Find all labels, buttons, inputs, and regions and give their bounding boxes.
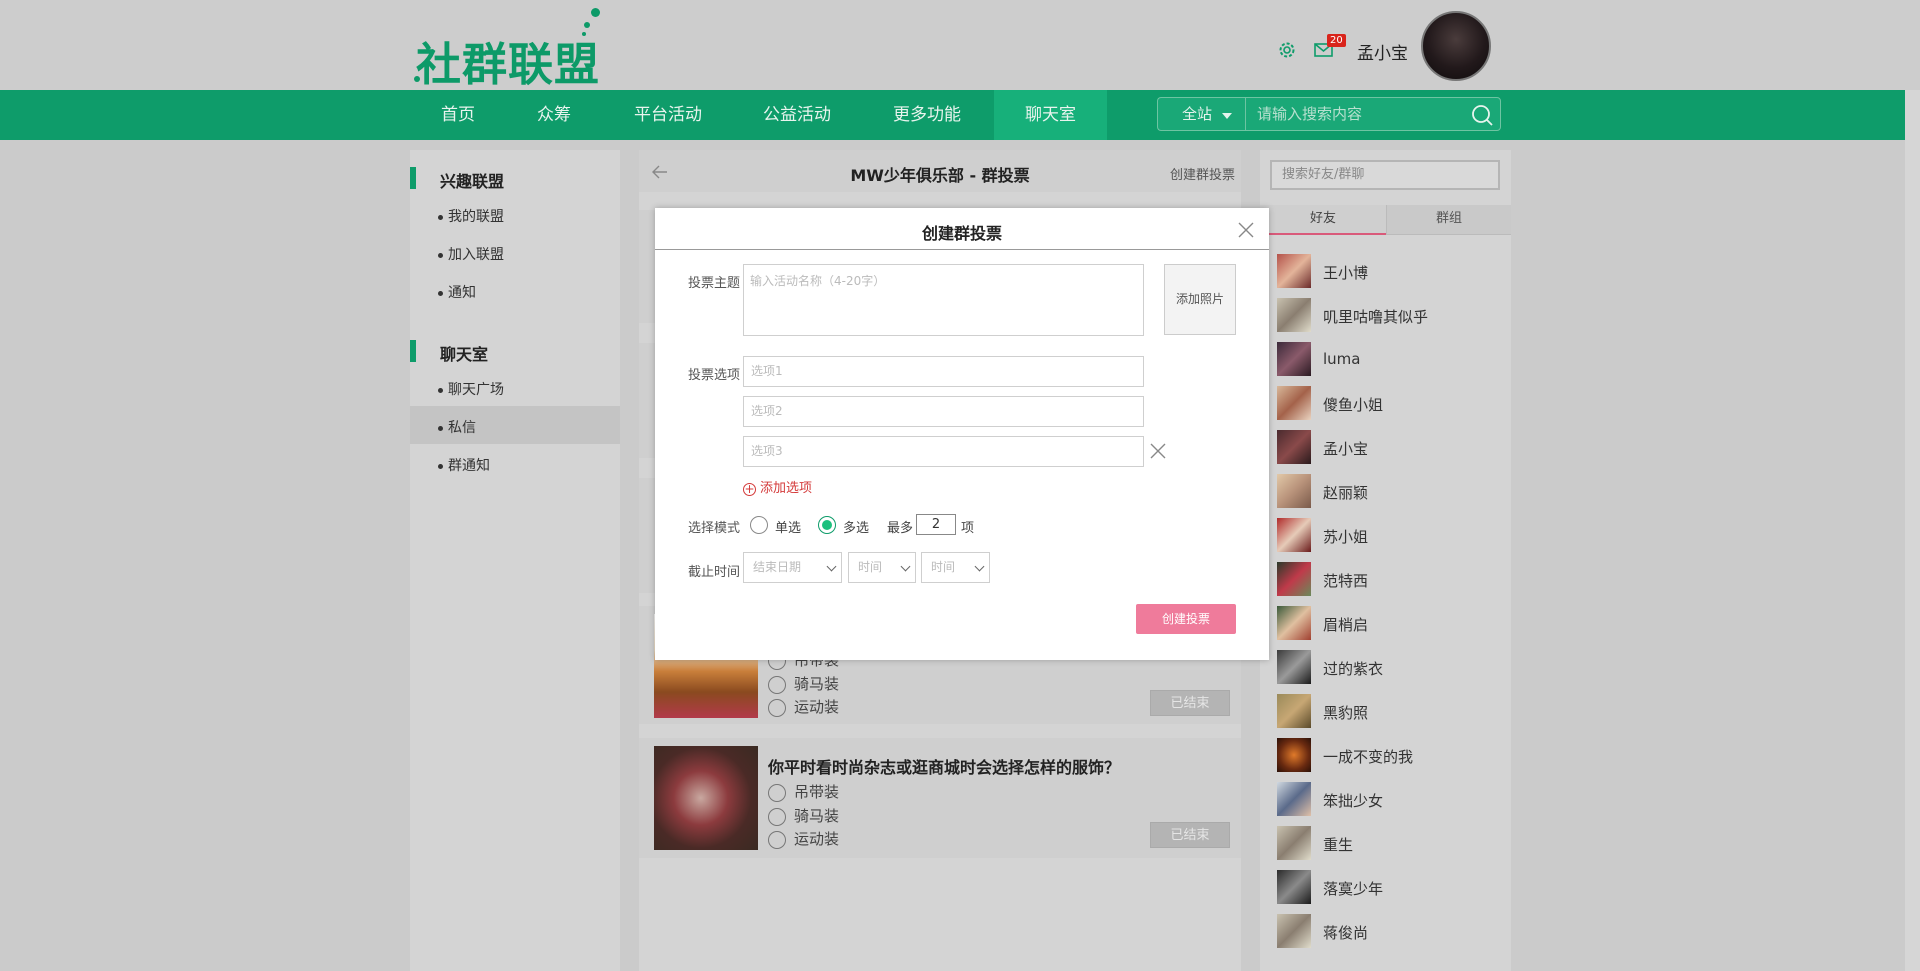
- time-select-2[interactable]: 时间: [921, 552, 990, 583]
- option-3-input[interactable]: 选项3: [743, 436, 1144, 467]
- single-choice-radio[interactable]: [750, 516, 768, 534]
- user-avatar[interactable]: [1421, 11, 1491, 81]
- chevron-down-icon: [826, 561, 837, 572]
- sidebar-item-notice[interactable]: 通知: [438, 282, 476, 302]
- chevron-down-icon: [974, 561, 985, 572]
- site-logo[interactable]: 社群联盟: [412, 6, 602, 91]
- sidebar-section-title: 兴趣联盟: [440, 172, 505, 191]
- poll-image: [654, 746, 758, 850]
- poll-ended-button: 已结束: [1150, 690, 1230, 716]
- chevron-down-icon: [1222, 113, 1232, 119]
- poll-question: 你平时看时尚杂志或逛商城时会选择怎样的服饰？: [768, 758, 1121, 777]
- sidebar-item-join-league[interactable]: 加入联盟: [438, 244, 504, 264]
- chevron-down-icon: [900, 561, 911, 572]
- sidebar-item-group-notices[interactable]: 群通知: [438, 455, 490, 475]
- end-date-select[interactable]: 结束日期: [743, 552, 842, 583]
- tab-friends[interactable]: 好友: [1260, 205, 1386, 235]
- avatar: [1277, 870, 1311, 904]
- plus-circle-icon: +: [743, 482, 756, 496]
- sidebar-item-my-leagues[interactable]: 我的联盟: [438, 206, 504, 226]
- logo-dot: [414, 76, 420, 82]
- create-poll-link[interactable]: 创建群投票: [1170, 164, 1235, 183]
- avatar: [1277, 254, 1311, 288]
- nav-home[interactable]: 首页: [427, 90, 489, 140]
- divider: [655, 249, 1269, 250]
- left-sidebar: [410, 150, 620, 971]
- avatar: [1277, 694, 1311, 728]
- topic-textarea[interactable]: 输入活动名称（4-20字）: [743, 264, 1144, 336]
- nav-platform-activities[interactable]: 平台活动: [626, 90, 710, 140]
- avatar: [1277, 606, 1311, 640]
- remove-option-icon[interactable]: [1150, 443, 1166, 459]
- avatar: [1277, 562, 1311, 596]
- search-icon[interactable]: [1470, 103, 1494, 127]
- poll-ended-button: 已结束: [1150, 822, 1230, 848]
- poll-option[interactable]: 运动装: [768, 828, 839, 849]
- username[interactable]: 孟小宝: [1357, 39, 1408, 64]
- deadline-label: 截止时间: [688, 565, 741, 580]
- add-option-button[interactable]: + 添加选项: [743, 477, 812, 496]
- mode-label: 选择模式: [688, 521, 741, 536]
- sidebar-item-chat-square[interactable]: 聊天广场: [438, 379, 504, 399]
- search-input[interactable]: 请输入搜索内容: [1245, 97, 1501, 131]
- avatar: [1277, 650, 1311, 684]
- logo-text: 社群联盟: [416, 38, 601, 91]
- avatar: [1277, 298, 1311, 332]
- options-label: 投票选项: [688, 368, 741, 383]
- page-title: MW少年俱乐部 - 群投票: [850, 166, 1030, 185]
- friend-search-input[interactable]: 搜索好友/群聊: [1270, 160, 1500, 190]
- tab-groups[interactable]: 群组: [1386, 205, 1511, 235]
- max-choices-input[interactable]: 2: [916, 514, 956, 535]
- poll-option[interactable]: 骑马装: [768, 673, 839, 694]
- nav-more-features[interactable]: 更多功能: [885, 90, 969, 140]
- option-1-input[interactable]: 选项1: [743, 356, 1144, 387]
- option-2-input[interactable]: 选项2: [743, 396, 1144, 427]
- create-poll-button[interactable]: 创建投票: [1136, 604, 1236, 634]
- avatar: [1277, 474, 1311, 508]
- avatar: [1277, 386, 1311, 420]
- max-suffix: 项: [961, 521, 975, 536]
- avatar: [1277, 914, 1311, 948]
- page-scrollbar[interactable]: [1905, 90, 1920, 971]
- avatar: [1277, 782, 1311, 816]
- poll-option[interactable]: 运动装: [768, 696, 839, 717]
- logo-dot: [582, 32, 586, 36]
- time-select-1[interactable]: 时间: [848, 552, 916, 583]
- logo-dot: [584, 22, 590, 28]
- multi-choice-radio[interactable]: [818, 516, 836, 534]
- gear-icon[interactable]: [1277, 40, 1297, 60]
- section-marker: [410, 340, 416, 362]
- sidebar-section-title: 聊天室: [440, 345, 489, 364]
- avatar: [1277, 430, 1311, 464]
- section-marker: [410, 167, 416, 189]
- sidebar-item-direct-messages[interactable]: 私信: [438, 417, 476, 437]
- avatar: [1277, 518, 1311, 552]
- close-icon[interactable]: [1238, 222, 1254, 238]
- avatar: [1277, 342, 1311, 376]
- topic-label: 投票主题: [688, 276, 741, 291]
- poll-option[interactable]: 骑马装: [768, 805, 839, 826]
- single-choice-label: 单选: [775, 521, 802, 536]
- avatar: [1277, 826, 1311, 860]
- nav-charity-activities[interactable]: 公益活动: [755, 90, 839, 140]
- max-prefix: 最多: [887, 521, 914, 536]
- add-photo-button[interactable]: 添加照片: [1164, 264, 1236, 335]
- logo-dot: [591, 8, 600, 17]
- multi-choice-label: 多选: [843, 521, 870, 536]
- avatar: [1277, 738, 1311, 772]
- notification-badge: 20: [1327, 34, 1346, 47]
- modal-title: 创建群投票: [921, 224, 1002, 243]
- nav-chatroom[interactable]: 聊天室: [994, 90, 1107, 140]
- poll-option[interactable]: 吊带装: [768, 781, 839, 802]
- nav-crowdfunding[interactable]: 众筹: [523, 90, 585, 140]
- top-header: [0, 0, 1920, 90]
